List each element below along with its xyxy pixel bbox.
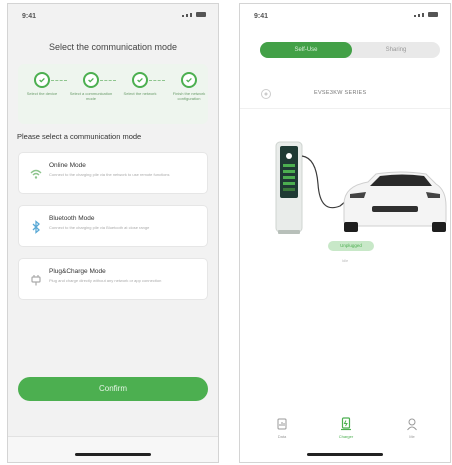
electric-car-icon [343, 171, 447, 232]
step-label: Select the device [26, 91, 58, 96]
confirm-button[interactable]: Confirm [18, 377, 208, 401]
nav-label: Charger [338, 434, 354, 439]
home-indicator [307, 453, 383, 456]
mode-card-online[interactable]: Online Mode Connect to the charging pile… [18, 152, 208, 194]
charging-station-icon [275, 141, 303, 234]
step-check-icon [181, 72, 197, 88]
charging-status-detail: Idle [341, 258, 349, 263]
status-bar: 9:41 [240, 4, 450, 26]
nav-label: Data [277, 434, 287, 439]
charging-illustration [275, 141, 447, 234]
step-4: Finish the network configuration [167, 72, 211, 101]
nav-item-data[interactable]: Data [262, 417, 302, 439]
signal-icon [414, 15, 416, 17]
signal-icon [182, 15, 184, 17]
nav-item-me[interactable]: Me [392, 417, 432, 439]
mode-card-plug-charge[interactable]: Plug&Charge Mode Plug and charge directl… [18, 258, 208, 300]
status-bar: 9:41 [8, 4, 218, 26]
mode-description: Connect to the charging pile via the net… [49, 172, 170, 177]
progress-stepper: Select the device Select a communication… [18, 64, 208, 124]
section-label: Please select a communication mode [17, 132, 142, 141]
plug-icon [31, 275, 41, 286]
mode-description: Plug and charge directly without any net… [49, 278, 162, 283]
step-label: Select a communication mode [69, 91, 113, 101]
step-3: Select the network [118, 72, 162, 96]
system-icons [182, 12, 206, 17]
divider [240, 108, 450, 109]
mode-title: Plug&Charge Mode [49, 268, 106, 275]
nav-item-charger[interactable]: Charger [326, 417, 366, 439]
signal-bar [422, 13, 424, 17]
step-check-icon [83, 72, 99, 88]
step-1: Select the device [20, 72, 64, 96]
step-check-icon [34, 72, 50, 88]
mode-title: Online Mode [49, 162, 86, 169]
communication-mode-screen: 9:41 Select the communication mode Selec… [7, 3, 219, 463]
charger-name: EVSE3KW SERIES [314, 90, 367, 96]
charging-status-badge: Unplugged [328, 241, 374, 251]
footer-bar [8, 436, 218, 462]
signal-bar [186, 14, 188, 17]
nav-label: Me [409, 434, 415, 439]
mode-title: Bluetooth Mode [49, 215, 95, 222]
charging-cable [301, 155, 351, 209]
bottom-navigation: Data Charger Me [240, 409, 450, 449]
step-label: Finish the network configuration [172, 91, 206, 101]
tab-self-use[interactable]: Self-Use [260, 42, 352, 58]
signal-bar [418, 14, 420, 17]
tab-sharing[interactable]: Sharing [352, 42, 440, 58]
bluetooth-icon [32, 220, 40, 234]
battery-icon [196, 12, 206, 17]
status-time: 9:41 [254, 13, 269, 20]
battery-icon [428, 12, 438, 17]
status-time: 9:41 [22, 13, 37, 20]
step-2: Select a communication mode [69, 72, 113, 101]
me-icon [407, 418, 417, 431]
charger-selector[interactable]: EVSE3KW SERIES [254, 87, 436, 101]
wifi-icon [30, 169, 42, 179]
charger-home-screen: 9:41 Self-Use Sharing EVSE3KW SERIES Unp… [239, 3, 451, 463]
data-icon [277, 418, 287, 430]
signal-bar [190, 13, 192, 17]
step-check-icon [132, 72, 148, 88]
charger-status-icon [261, 89, 271, 99]
usage-segmented-control: Self-Use Sharing [260, 42, 440, 58]
mode-description: Connect to the charging pile via Bluetoo… [49, 225, 150, 230]
home-indicator [75, 453, 151, 456]
page-title: Select the communication mode [48, 42, 178, 52]
charger-icon [341, 417, 351, 431]
step-label: Select the network [123, 91, 157, 96]
mode-card-bluetooth[interactable]: Bluetooth Mode Connect to the charging p… [18, 205, 208, 247]
system-icons [414, 12, 438, 17]
